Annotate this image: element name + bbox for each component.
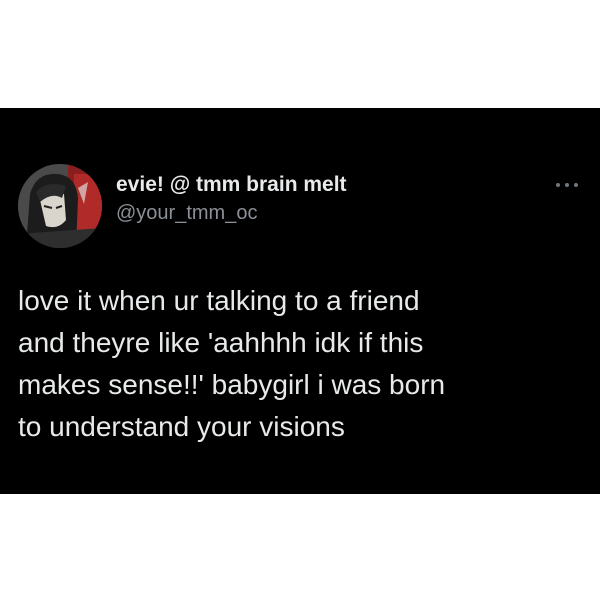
- more-options-icon[interactable]: [552, 176, 582, 194]
- avatar[interactable]: [18, 164, 102, 248]
- tweet-text: love it when ur talking to a friend and …: [18, 285, 446, 442]
- user-handle[interactable]: @your_tmm_oc: [116, 200, 347, 226]
- display-name[interactable]: evie! @ tmm brain melt: [116, 172, 347, 198]
- user-names: evie! @ tmm brain melt @your_tmm_oc: [116, 172, 347, 226]
- tweet-card: evie! @ tmm brain melt @your_tmm_oc love…: [0, 108, 600, 494]
- anime-character-avatar-icon: [18, 164, 102, 248]
- meme-image-frame: evie! @ tmm brain melt @your_tmm_oc love…: [0, 0, 600, 600]
